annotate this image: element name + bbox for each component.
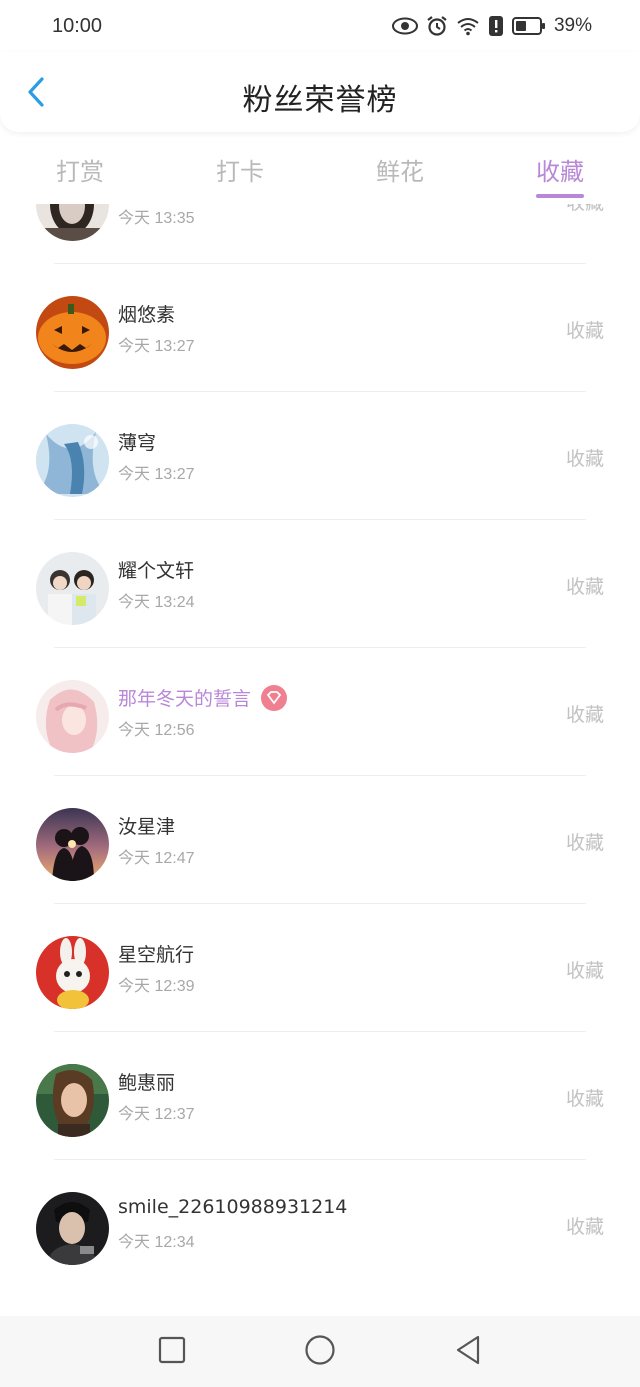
fan-name: 薄穹	[118, 432, 157, 454]
avatar	[36, 424, 109, 497]
list-item[interactable]: 星空航行 今天 12:39 收藏	[0, 904, 640, 1032]
favorite-action[interactable]: 收藏	[566, 828, 604, 855]
fan-name: smile_22610988931214	[118, 1196, 348, 1218]
circle-icon	[304, 1334, 336, 1370]
fan-name: 鲍惠丽	[118, 1072, 176, 1094]
system-back-button[interactable]	[448, 1332, 488, 1372]
sim-alert-icon	[488, 15, 504, 37]
fan-time: 今天 12:39	[118, 978, 195, 995]
home-button[interactable]	[300, 1332, 340, 1372]
fan-name: 星空航行	[118, 944, 195, 966]
tab-checkin[interactable]: 打卡	[160, 140, 320, 204]
avatar	[36, 552, 109, 625]
favorite-action[interactable]: 收藏	[566, 444, 604, 471]
status-bar: 10:00 39%	[0, 0, 640, 52]
favorite-action[interactable]: 收藏	[566, 572, 604, 599]
battery-level: 39%	[553, 15, 592, 36]
tab-bar: 打赏 打卡 鲜花 收藏	[0, 140, 640, 204]
fan-time: 今天 13:27	[118, 338, 195, 355]
list-item[interactable]: 耀个文轩 今天 13:24 收藏	[0, 520, 640, 648]
fan-time: 今天 12:47	[118, 850, 195, 867]
avatar	[36, 936, 109, 1009]
list-item[interactable]: 薄穹 今天 13:27 收藏	[0, 392, 640, 520]
list-item[interactable]: 烟悠素 今天 13:27 收藏	[0, 264, 640, 392]
tab-reward[interactable]: 打赏	[0, 140, 160, 204]
fan-list[interactable]: 今天 13:35 收藏 烟悠素 今天 13:27 收藏 薄穹 今天 13:27 …	[0, 166, 640, 1316]
fan-name: 汝星津	[118, 816, 176, 838]
eye-icon	[391, 17, 418, 35]
favorite-action[interactable]: 收藏	[566, 956, 604, 983]
favorite-action[interactable]: 收藏	[566, 316, 604, 343]
avatar	[36, 680, 109, 753]
system-nav-bar	[0, 1316, 640, 1387]
list-item[interactable]: 那年冬天的誓言 今天 12:56 收藏	[0, 648, 640, 776]
wifi-icon	[456, 16, 480, 36]
fan-time: 今天 13:27	[118, 466, 195, 483]
list-item[interactable]: 汝星津 今天 12:47 收藏	[0, 776, 640, 904]
square-icon	[158, 1336, 186, 1368]
fan-time: 今天 12:34	[118, 1234, 195, 1251]
favorite-action[interactable]: 收藏	[566, 1212, 604, 1239]
favorite-action[interactable]: 收藏	[566, 1084, 604, 1111]
avatar	[36, 296, 109, 369]
diamond-badge-icon	[261, 684, 288, 711]
tab-flowers[interactable]: 鲜花	[320, 140, 480, 204]
recent-apps-button[interactable]	[152, 1332, 192, 1372]
fan-name: 耀个文轩	[118, 560, 195, 582]
page-title: 粉丝荣誉榜	[242, 83, 398, 118]
list-item[interactable]: 鲍惠丽 今天 12:37 收藏	[0, 1032, 640, 1160]
avatar	[36, 1064, 109, 1137]
avatar	[36, 808, 109, 881]
fan-name: 烟悠素	[118, 304, 176, 326]
fan-time: 今天 12:56	[118, 722, 195, 739]
status-time: 10:00	[52, 14, 103, 37]
list-item[interactable]: smile_22610988931214 今天 12:34 收藏	[0, 1160, 640, 1288]
battery-icon	[511, 16, 546, 36]
avatar	[36, 1192, 109, 1265]
fan-time: 今天 12:37	[118, 1106, 195, 1123]
triangle-left-icon	[454, 1334, 482, 1370]
alarm-icon	[426, 15, 448, 37]
fan-time: 今天 13:24	[118, 594, 195, 611]
fan-time: 今天 13:35	[118, 210, 195, 227]
status-icons: 39%	[391, 15, 592, 37]
favorite-action[interactable]: 收藏	[566, 700, 604, 727]
fan-name: 那年冬天的誓言	[118, 684, 288, 711]
tab-favorites[interactable]: 收藏	[480, 140, 640, 204]
header: 粉丝荣誉榜	[0, 52, 640, 132]
